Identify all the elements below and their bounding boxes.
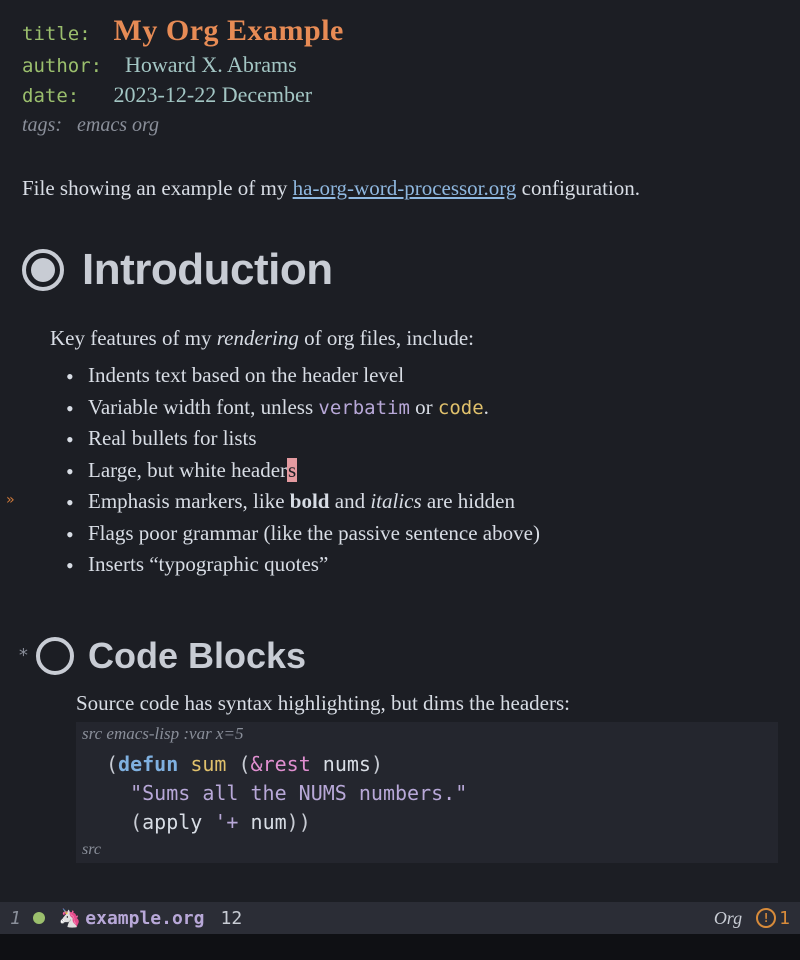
meta-key-title: title xyxy=(22,23,79,45)
meta-key-date: date xyxy=(22,85,68,107)
meta-author-line: author: Howard X. Abrams xyxy=(22,52,778,78)
window-number: 1 xyxy=(10,908,21,929)
features-intro: Key features of my rendering of org file… xyxy=(50,323,778,355)
meta-key-tags: tags: xyxy=(22,114,62,136)
heading-introduction[interactable]: Introduction xyxy=(22,245,778,295)
doc-title: My Org Example xyxy=(114,14,344,47)
source-block: src emacs-lisp :var x=5 (defun sum (&res… xyxy=(76,722,778,863)
editor-buffer[interactable]: title: My Org Example author: Howard X. … xyxy=(0,0,800,960)
list-item: Variable width font, unless verbatim or … xyxy=(66,392,778,424)
src-code-body[interactable]: (defun sum (&rest nums) "Sums all the NU… xyxy=(76,746,778,841)
meta-date-line: date: 2023-12-22 December xyxy=(22,82,778,108)
list-item: Large, but white headers xyxy=(66,455,778,487)
doc-date: 2023-12-22 December xyxy=(114,82,313,107)
buffer-status-icon xyxy=(33,912,45,924)
major-mode[interactable]: Org xyxy=(714,908,742,929)
heading-bullet-icon xyxy=(22,249,64,291)
src-end-line: src xyxy=(76,841,778,863)
cursor: s xyxy=(287,458,297,482)
code-sample: code xyxy=(438,397,484,419)
src-begin-line: src emacs-lisp :var x=5 xyxy=(76,722,778,746)
fringe-indicator-icon: » xyxy=(6,492,14,508)
echo-area[interactable] xyxy=(0,934,800,960)
list-item: Real bullets for lists xyxy=(66,423,778,455)
buffer-content[interactable]: title: My Org Example author: Howard X. … xyxy=(0,0,800,863)
meta-title-line: title: My Org Example xyxy=(22,14,778,48)
features-list: Indents text based on the header level V… xyxy=(66,360,778,581)
flycheck-warnings[interactable]: ! 1 xyxy=(756,908,790,929)
src-intro-text: Source code has syntax highlighting, but… xyxy=(76,691,778,716)
heading-code-blocks[interactable]: * Code Blocks xyxy=(22,635,778,677)
list-item: Flags poor grammar (like the passive sen… xyxy=(66,518,778,550)
intro-paragraph: File showing an example of my ha-org-wor… xyxy=(22,173,778,205)
doc-tags: emacs org xyxy=(77,114,159,136)
heading-star-icon: * xyxy=(18,645,29,666)
doc-author: Howard X. Abrams xyxy=(125,52,297,77)
list-item: Indents text based on the header level xyxy=(66,360,778,392)
modeline[interactable]: 1 🦄 example.org 12 Org ! 1 xyxy=(0,902,800,934)
line-number: 12 xyxy=(220,908,242,929)
list-item: Emphasis markers, like bold and italics … xyxy=(66,486,778,518)
bold-sample: bold xyxy=(290,489,330,513)
meta-key-author: author xyxy=(22,55,91,77)
buffer-filename[interactable]: example.org xyxy=(85,908,204,929)
list-item: Inserts “typographic quotes” xyxy=(66,549,778,581)
config-link[interactable]: ha-org-word-processor.org xyxy=(293,176,517,200)
italics-sample: italics xyxy=(370,489,421,513)
verbatim-sample: verbatim xyxy=(318,397,410,419)
warning-icon: ! xyxy=(756,908,776,928)
unicorn-icon: 🦄 xyxy=(59,908,81,929)
heading-bullet-icon xyxy=(36,637,74,675)
meta-tags-line: tags: emacs org xyxy=(22,114,778,137)
